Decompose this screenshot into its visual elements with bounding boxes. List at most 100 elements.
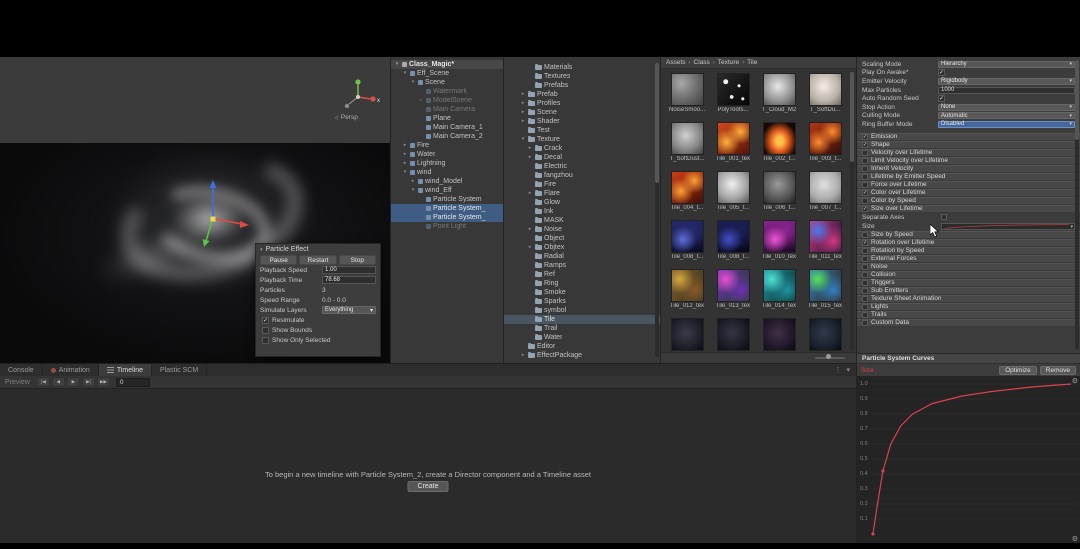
overlay-dropdown[interactable]: Everything▾ bbox=[322, 306, 376, 314]
property-dropdown[interactable]: Rigidbody▾ bbox=[938, 78, 1075, 85]
perspective-toggle[interactable]: ◁ Persp bbox=[334, 114, 358, 121]
project-folder-item[interactable]: ▸Scene bbox=[504, 108, 660, 117]
expand-arrow-icon[interactable]: ▾ bbox=[402, 69, 408, 78]
hierarchy-item[interactable]: ▾Scene bbox=[391, 78, 503, 87]
texture-item[interactable]: Tile_010_tex bbox=[756, 218, 802, 267]
texture-item[interactable]: Tile_004_t... bbox=[664, 169, 710, 218]
hierarchy-item[interactable]: ▾wind_Eff bbox=[391, 186, 503, 195]
module-checkbox[interactable] bbox=[862, 182, 868, 188]
project-folder-item[interactable]: Ink bbox=[504, 207, 660, 216]
expand-arrow-icon[interactable]: ▸ bbox=[520, 90, 526, 99]
property-dropdown[interactable]: Disabled▾ bbox=[938, 121, 1075, 128]
kebab-menu-icon[interactable]: ⋮ bbox=[834, 366, 841, 374]
expand-arrow-icon[interactable]: ▸ bbox=[527, 225, 533, 234]
next-frame-button[interactable]: ▶| bbox=[82, 377, 95, 387]
project-folder-item[interactable]: ▸Prefab bbox=[504, 90, 660, 99]
property-dropdown[interactable]: Automatic▾ bbox=[938, 112, 1075, 119]
texture-item[interactable]: Tile_005_t... bbox=[710, 169, 756, 218]
project-folder-item[interactable]: Tile bbox=[504, 315, 660, 324]
texture-item[interactable]: Tile_011_tex bbox=[802, 218, 848, 267]
project-folder-item[interactable]: Electric bbox=[504, 162, 660, 171]
module-header[interactable]: Sub Emitters bbox=[857, 287, 1080, 295]
project-folder-item[interactable]: Textures bbox=[504, 72, 660, 81]
breadcrumb[interactable]: Assets›Class›Texture›Tile bbox=[661, 57, 856, 69]
hierarchy-item[interactable]: ▾wind bbox=[391, 168, 503, 177]
texture-item[interactable]: Tile_003_t... bbox=[802, 120, 848, 169]
play-button[interactable]: ▶ bbox=[67, 377, 80, 387]
breadcrumb-item[interactable]: Tile bbox=[747, 59, 757, 66]
module-checkbox[interactable] bbox=[862, 158, 868, 164]
assets-scrollbar[interactable] bbox=[850, 72, 854, 350]
module-checkbox[interactable] bbox=[862, 232, 868, 238]
module-checkbox[interactable] bbox=[862, 280, 868, 286]
project-folder-item[interactable]: Glow bbox=[504, 198, 660, 207]
optimize-button[interactable]: Optimize bbox=[999, 366, 1037, 375]
expand-arrow-icon[interactable]: ▸ bbox=[520, 99, 526, 108]
texture-item[interactable]: Tile_001_tex bbox=[710, 120, 756, 169]
curve-settings-gear-icon[interactable]: ⚙ bbox=[1072, 377, 1078, 385]
project-folder-item[interactable]: Fire bbox=[504, 180, 660, 189]
dropdown-caret-icon[interactable]: ▾ bbox=[846, 366, 850, 374]
project-folder-item[interactable]: Smoke bbox=[504, 288, 660, 297]
curve-options-gear-icon[interactable]: ⚙ bbox=[1072, 535, 1078, 543]
texture-item[interactable]: Tile_008_t... bbox=[710, 218, 756, 267]
module-header[interactable]: Force over Lifetime bbox=[857, 181, 1080, 189]
overlay-value-field[interactable]: 1.00 bbox=[322, 266, 376, 274]
overlay-value-field[interactable]: 78.68 bbox=[322, 276, 376, 284]
restart-button[interactable]: Restart bbox=[299, 255, 336, 265]
project-folder-item[interactable]: MASK bbox=[504, 216, 660, 225]
module-checkbox[interactable] bbox=[862, 264, 868, 270]
prev-frame-button[interactable]: ◀ bbox=[52, 377, 65, 387]
tab-timeline[interactable]: Timeline bbox=[99, 364, 152, 376]
hierarchy-item[interactable]: ▸Fire bbox=[391, 141, 503, 150]
hierarchy-item[interactable]: ▸Lightning bbox=[391, 159, 503, 168]
project-folder-item[interactable]: ▾Texture bbox=[504, 135, 660, 144]
texture-item[interactable]: T_Cloud_M2 bbox=[756, 71, 802, 120]
hierarchy-item[interactable]: Particle System bbox=[391, 195, 503, 204]
project-folder-item[interactable]: ▸Shader bbox=[504, 117, 660, 126]
module-header[interactable]: Lights bbox=[857, 303, 1080, 311]
expand-arrow-icon[interactable]: ▸ bbox=[402, 159, 408, 168]
project-folder-item[interactable]: Sparks bbox=[504, 297, 660, 306]
project-folder-item[interactable]: fangzhou bbox=[504, 171, 660, 180]
hierarchy-item[interactable]: Plane bbox=[391, 114, 503, 123]
project-folder-item[interactable]: Trail bbox=[504, 324, 660, 333]
texture-item[interactable]: T_SoftDu... bbox=[802, 71, 848, 120]
expand-arrow-icon[interactable]: ▾ bbox=[520, 135, 526, 144]
frame-counter-field[interactable]: 0 bbox=[116, 378, 150, 387]
property-text-field[interactable]: 1000 bbox=[938, 87, 1075, 94]
project-folder-item[interactable]: Editor bbox=[504, 342, 660, 351]
texture-item[interactable]: Tile_008_t... bbox=[664, 218, 710, 267]
module-header[interactable]: External Forces bbox=[857, 255, 1080, 263]
module-header[interactable]: Velocity over Lifetime bbox=[857, 149, 1080, 157]
module-checkbox[interactable]: ✓ bbox=[862, 142, 868, 148]
curves-panel-header[interactable]: Particle System Curves bbox=[857, 354, 1080, 364]
module-checkbox[interactable] bbox=[862, 312, 868, 318]
project-folder-item[interactable]: ▸Flare bbox=[504, 189, 660, 198]
scene-viewport[interactable]: ▾ Particle Effect PauseRestartStop Playb… bbox=[0, 143, 390, 363]
project-folder-item[interactable]: Object bbox=[504, 234, 660, 243]
project-folder-item[interactable]: Water bbox=[504, 333, 660, 342]
hierarchy-item[interactable]: Main Camera bbox=[391, 105, 503, 114]
expand-arrow-icon[interactable]: ▸ bbox=[520, 351, 526, 360]
remove-button[interactable]: Remove bbox=[1040, 366, 1076, 375]
hierarchy-item[interactable]: Particle System_ bbox=[391, 204, 503, 213]
module-header[interactable]: Limit Velocity over Lifetime bbox=[857, 157, 1080, 165]
inspector-scrollbar[interactable] bbox=[1075, 60, 1079, 350]
overlay-checkbox[interactable] bbox=[262, 327, 269, 334]
breadcrumb-item[interactable]: Texture bbox=[718, 59, 739, 66]
texture-item[interactable]: Tile_013_tex bbox=[710, 267, 756, 316]
module-header[interactable]: ✓Size over Lifetime bbox=[857, 205, 1080, 213]
curve-legend-size[interactable]: Size bbox=[861, 367, 874, 374]
tab-console[interactable]: Console bbox=[0, 364, 43, 376]
module-checkbox[interactable] bbox=[862, 166, 868, 172]
texture-item[interactable]: NoiseSmoo... bbox=[664, 71, 710, 120]
texture-item[interactable]: PolyToots... bbox=[710, 71, 756, 120]
expand-arrow-icon[interactable]: ▸ bbox=[418, 96, 424, 105]
project-folder-item[interactable]: ▸Profiles bbox=[504, 99, 660, 108]
hierarchy-item[interactable]: Watermark bbox=[391, 87, 503, 96]
module-header[interactable]: ✓Color over Lifetime bbox=[857, 189, 1080, 197]
texture-item[interactable]: T_SoftDust... bbox=[664, 120, 710, 169]
project-folder-item[interactable]: ▸Objtex bbox=[504, 243, 660, 252]
module-header[interactable]: ✓Emission bbox=[857, 133, 1080, 141]
